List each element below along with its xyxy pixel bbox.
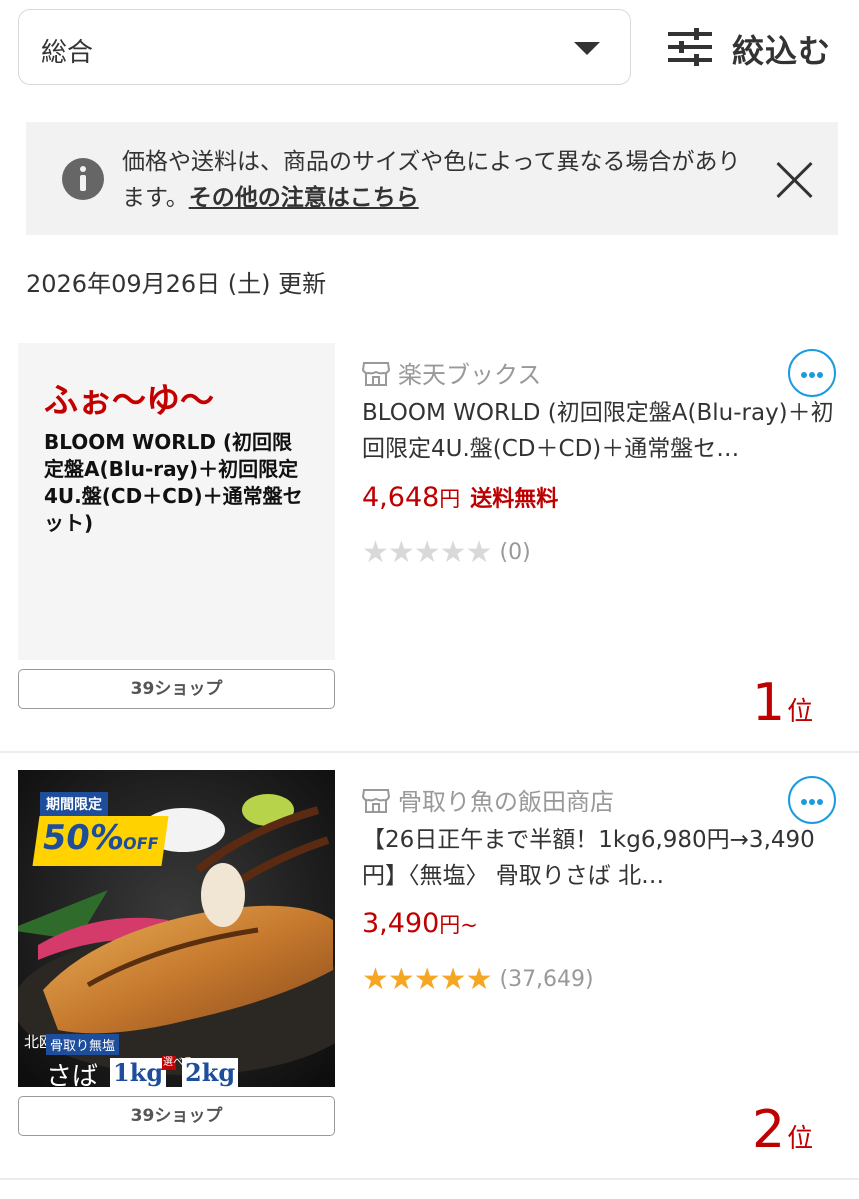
product-price: 4,648円 送料無料 (362, 481, 558, 513)
price-unit: 円 (439, 487, 461, 511)
free-shipping-label: 送料無料 (470, 487, 559, 512)
chevron-down-icon (574, 42, 600, 55)
rank-badge: 1位 (752, 673, 813, 733)
store-name[interactable]: 楽天ブックス (362, 355, 541, 389)
sort-select[interactable]: 総合 (18, 9, 631, 85)
store-icon (362, 789, 390, 813)
rank-badge: 2位 (752, 1100, 813, 1160)
price-range-mark: ~ (460, 913, 478, 937)
filter-button[interactable]: 絞込む (668, 20, 848, 74)
more-options-icon[interactable] (788, 776, 836, 824)
notice-text: 価格や送料は、商品のサイズや色によって異なる場合があります。その他の注意はこちら (122, 144, 762, 216)
product-card[interactable]: 期間限定 50%OFF 北欧産 骨取り無塩 さば 1kg 選べる 2kg 39シ… (0, 770, 859, 1180)
rank-unit: 位 (787, 1124, 814, 1154)
product-rating: ★★★★★ (37,649) (362, 962, 594, 997)
store-name-label: 楽天ブックス (398, 361, 542, 389)
product-name[interactable]: 【26日正午まで半額！1kg6,980円→3,490円】〈無塩〉 骨取りさば 北… (362, 822, 836, 894)
review-count[interactable]: (0) (499, 540, 530, 565)
updated-date: 2026年09月26日 (土) 更新 (26, 270, 327, 298)
rank-number: 1 (752, 673, 786, 733)
close-icon[interactable] (774, 160, 814, 200)
caption-name: さば (46, 1062, 99, 1087)
notice-link[interactable]: その他の注意はこちら (189, 185, 419, 211)
discount-percent-value: 50% (39, 818, 127, 858)
discount-badge: 期間限定 50%OFF (32, 792, 169, 884)
product-image[interactable]: 期間限定 50%OFF 北欧産 骨取り無塩 さば 1kg 選べる 2kg (18, 770, 335, 1087)
shop-39-button[interactable]: 39ショップ (18, 1096, 335, 1136)
sort-select-value: 総合 (41, 38, 94, 68)
discount-percent: 50%OFF (32, 816, 169, 866)
store-name-label: 骨取り魚の飯田商店 (398, 788, 614, 816)
star-rating-icon: ★★★★★ (362, 535, 492, 570)
caption-weight-2: 2kg (182, 1058, 239, 1087)
store-icon (362, 362, 390, 386)
review-count[interactable]: (37,649) (499, 967, 593, 992)
product-price: 3,490円~ (362, 908, 478, 939)
caption-kind: 骨取り無塩 (46, 1034, 120, 1055)
price-value: 4,648 (362, 482, 440, 513)
info-icon (62, 158, 104, 200)
caption-weight-1: 1kg (110, 1058, 167, 1087)
product-image-title: BLOOM WORLD (初回限定盤A(Blu-ray)＋初回限定4U.盤(CD… (44, 430, 303, 535)
product-image-brand: ふぉ〜ゆ〜 (44, 381, 214, 421)
top-bar: 総合 絞込む (0, 0, 859, 100)
product-name[interactable]: BLOOM WORLD (初回限定盤A(Blu-ray)＋初回限定4U.盤(CD… (362, 395, 836, 467)
product-card[interactable]: ふぉ〜ゆ〜 BLOOM WORLD (初回限定盤A(Blu-ray)＋初回限定4… (0, 343, 859, 753)
store-name[interactable]: 骨取り魚の飯田商店 (362, 782, 614, 816)
more-options-icon[interactable] (788, 349, 836, 397)
rank-number: 2 (752, 1100, 786, 1160)
limited-time-label: 期間限定 (40, 792, 108, 816)
product-rating: ★★★★★ (0) (362, 535, 531, 570)
star-rating-icon: ★★★★★ (362, 962, 492, 997)
filter-button-label: 絞込む (732, 32, 832, 70)
price-value: 3,490 (362, 908, 440, 939)
filter-sliders-icon (668, 28, 712, 66)
caption-region: 北欧産 (24, 1034, 69, 1051)
product-image[interactable]: ふぉ〜ゆ〜 BLOOM WORLD (初回限定盤A(Blu-ray)＋初回限定4… (18, 343, 335, 660)
price-unit: 円 (439, 913, 461, 937)
caption-choose: 選べる (162, 1056, 193, 1070)
shop-39-button[interactable]: 39ショップ (18, 669, 335, 709)
discount-off-label: OFF (121, 834, 160, 853)
notice-banner: 価格や送料は、商品のサイズや色によって異なる場合があります。その他の注意はこちら (26, 122, 838, 235)
rank-unit: 位 (787, 697, 814, 727)
